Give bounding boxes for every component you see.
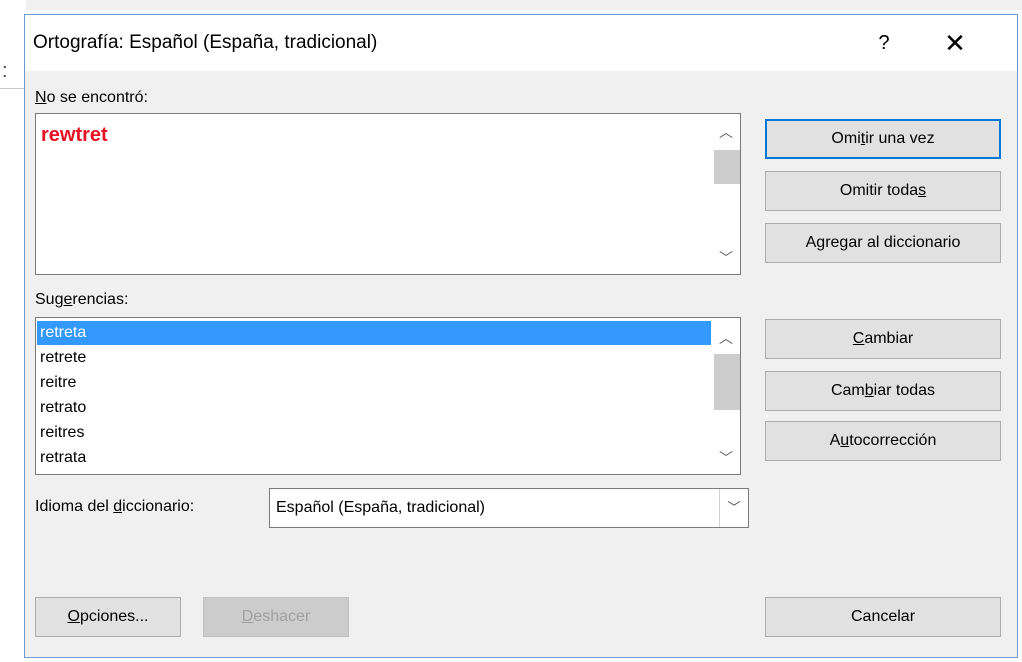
omit-all-button[interactable]: Omitir todas bbox=[765, 171, 1001, 211]
help-button[interactable]: ? bbox=[869, 27, 899, 59]
change-all-button[interactable]: Cambiar todas bbox=[765, 371, 1001, 411]
dictionary-language-value: Español (España, tradicional) bbox=[276, 499, 486, 516]
not-found-label: No se encontró: bbox=[35, 89, 148, 106]
title-bar: Ortografía: Español (España, tradicional… bbox=[25, 15, 1017, 71]
background-glyph: : bbox=[2, 60, 8, 82]
chevron-down-icon[interactable]: ﹀ bbox=[712, 244, 740, 272]
change-button[interactable]: Cambiar bbox=[765, 319, 1001, 359]
chevron-down-icon[interactable]: ﹀ bbox=[712, 444, 740, 472]
misspelled-word: rewtret bbox=[41, 124, 108, 146]
options-button[interactable]: Opciones... bbox=[35, 597, 181, 637]
dictionary-language-label: Idioma del diccionario: bbox=[35, 498, 195, 515]
list-item[interactable]: reitres bbox=[37, 421, 711, 445]
suggestions-label: Sugerencias: bbox=[35, 291, 129, 308]
list-item[interactable]: retrata bbox=[37, 446, 711, 470]
dictionary-language-select[interactable]: Español (España, tradicional) ﹀ bbox=[269, 488, 749, 528]
suggestions-scrollbar[interactable]: ︿ ﹀ bbox=[712, 318, 740, 474]
close-button[interactable]: ✕ bbox=[935, 25, 975, 61]
undo-button[interactable]: Deshacer bbox=[203, 597, 349, 637]
not-found-scrollbar[interactable]: ︿ ﹀ bbox=[712, 114, 740, 274]
background-window-top bbox=[0, 0, 1022, 10]
scrollbar-thumb[interactable] bbox=[714, 150, 740, 184]
background-window bbox=[0, 0, 26, 662]
chevron-up-icon[interactable]: ︿ bbox=[712, 118, 740, 146]
spelling-dialog: Ortografía: Español (España, tradicional… bbox=[24, 14, 1018, 658]
omit-once-button[interactable]: Omitir una vez bbox=[765, 119, 1001, 159]
suggestions-list[interactable]: retreta retrete reitre retrato reitres r… bbox=[35, 317, 741, 475]
dialog-title: Ortografía: Español (España, tradicional… bbox=[33, 32, 378, 53]
cancel-button[interactable]: Cancelar bbox=[765, 597, 1001, 637]
add-to-dictionary-button[interactable]: Agregar al diccionario bbox=[765, 223, 1001, 263]
chevron-down-icon[interactable]: ﹀ bbox=[719, 489, 748, 527]
not-found-textbox[interactable]: rewtret ︿ ﹀ bbox=[35, 113, 741, 275]
chevron-up-icon[interactable]: ︿ bbox=[712, 324, 740, 352]
list-item[interactable]: reitre bbox=[37, 371, 711, 395]
list-item[interactable]: retrete bbox=[37, 346, 711, 370]
scrollbar-thumb[interactable] bbox=[714, 354, 740, 410]
list-item[interactable]: retrato bbox=[37, 396, 711, 420]
background-divider bbox=[0, 88, 26, 89]
list-item[interactable]: retreta bbox=[37, 321, 711, 345]
autocorrect-button[interactable]: Autocorrección bbox=[765, 421, 1001, 461]
